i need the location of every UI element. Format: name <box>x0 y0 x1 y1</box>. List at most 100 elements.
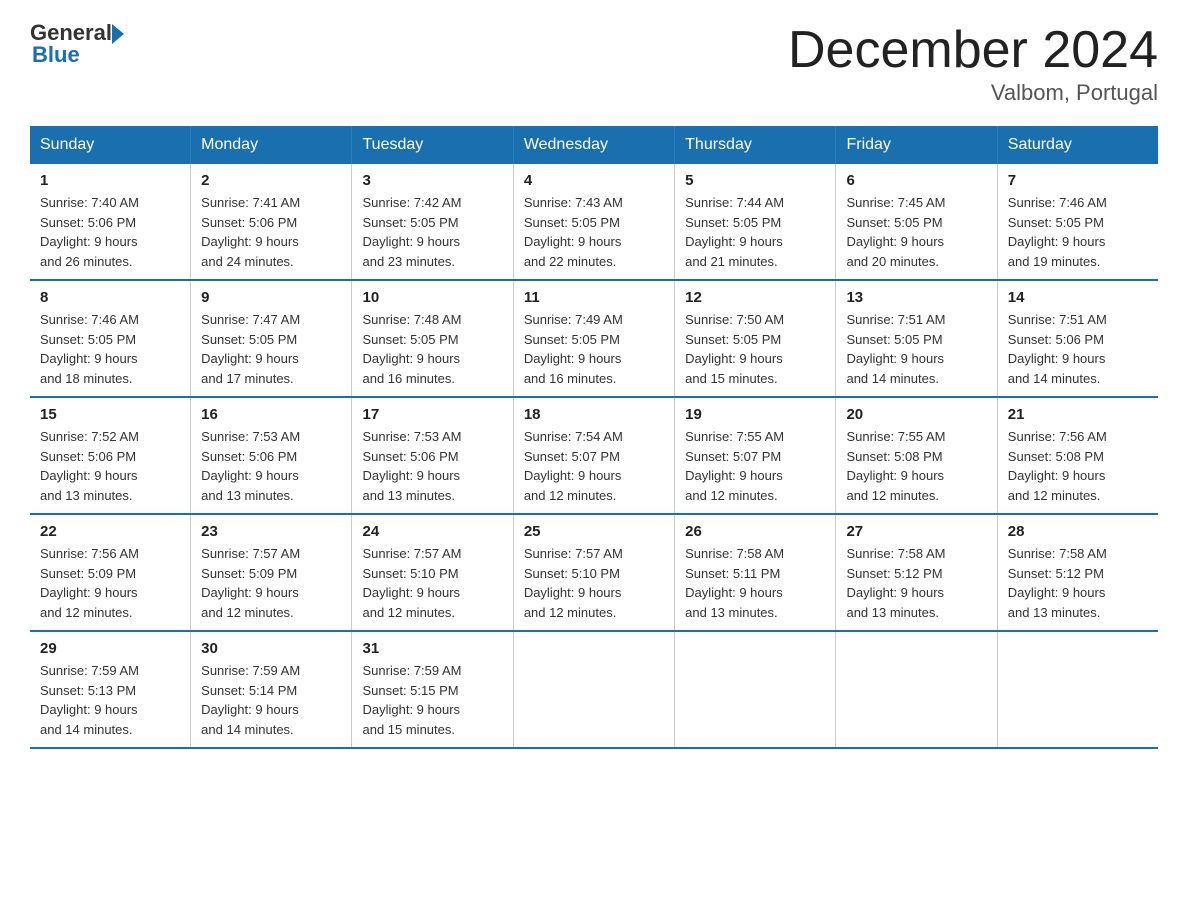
day-info: Sunrise: 7:57 AMSunset: 5:10 PMDaylight:… <box>524 544 664 622</box>
day-number: 3 <box>362 172 502 189</box>
day-number: 10 <box>362 289 502 306</box>
header-monday: Monday <box>191 126 352 164</box>
calendar-cell: 2 Sunrise: 7:41 AMSunset: 5:06 PMDaylight… <box>191 164 352 280</box>
day-number: 23 <box>201 523 341 540</box>
day-info: Sunrise: 7:56 AMSunset: 5:09 PMDaylight:… <box>40 544 180 622</box>
header-saturday: Saturday <box>997 126 1158 164</box>
day-number: 26 <box>685 523 825 540</box>
day-info: Sunrise: 7:58 AMSunset: 5:12 PMDaylight:… <box>1008 544 1148 622</box>
calendar-cell: 13Sunrise: 7:51 AMSunset: 5:05 PMDayligh… <box>836 280 997 397</box>
week-row-1: 1Sunrise: 7:40 AMSunset: 5:06 PMDaylight… <box>30 164 1158 280</box>
calendar-cell: 26 Sunrise: 7:58 AMSunset: 5:11 PMDayligh… <box>675 514 836 631</box>
day-info: Sunrise: 7:59 AMSunset: 5:15 PMDaylight:… <box>362 661 502 739</box>
calendar-cell: 12 Sunrise: 7:50 AMSunset: 5:05 PMDayligh… <box>675 280 836 397</box>
day-info: Sunrise: 7:55 AMSunset: 5:07 PMDaylight:… <box>685 427 825 505</box>
day-info: Sunrise: 7:59 AMSunset: 5:14 PMDaylight:… <box>201 661 341 739</box>
day-info: Sunrise: 7:46 AMSunset: 5:05 PMDaylight:… <box>40 310 180 388</box>
calendar-cell: 15Sunrise: 7:52 AMSunset: 5:06 PMDayligh… <box>30 397 191 514</box>
day-info: Sunrise: 7:56 AMSunset: 5:08 PMDaylight:… <box>1008 427 1148 505</box>
week-row-3: 15Sunrise: 7:52 AMSunset: 5:06 PMDayligh… <box>30 397 1158 514</box>
day-info: Sunrise: 7:57 AMSunset: 5:09 PMDaylight:… <box>201 544 341 622</box>
day-number: 30 <box>201 640 341 657</box>
day-info: Sunrise: 7:55 AMSunset: 5:08 PMDaylight:… <box>846 427 986 505</box>
day-number: 22 <box>40 523 180 540</box>
calendar-cell <box>836 631 997 748</box>
calendar-cell: 14Sunrise: 7:51 AMSunset: 5:06 PMDayligh… <box>997 280 1158 397</box>
day-number: 4 <box>524 172 664 189</box>
day-info: Sunrise: 7:46 AMSunset: 5:05 PMDaylight:… <box>1008 193 1148 271</box>
page-header: General Blue December 2024 Valbom, Portu… <box>30 20 1158 106</box>
day-number: 12 <box>685 289 825 306</box>
calendar-cell: 5 Sunrise: 7:44 AMSunset: 5:05 PMDaylight… <box>675 164 836 280</box>
day-number: 5 <box>685 172 825 189</box>
day-number: 27 <box>846 523 986 540</box>
calendar-cell <box>513 631 674 748</box>
day-number: 6 <box>846 172 986 189</box>
calendar-cell: 21 Sunrise: 7:56 AMSunset: 5:08 PMDayligh… <box>997 397 1158 514</box>
calendar-cell: 24Sunrise: 7:57 AMSunset: 5:10 PMDayligh… <box>352 514 513 631</box>
day-number: 20 <box>846 406 986 423</box>
header-wednesday: Wednesday <box>513 126 674 164</box>
calendar-cell: 18 Sunrise: 7:54 AMSunset: 5:07 PMDayligh… <box>513 397 674 514</box>
calendar-cell: 8 Sunrise: 7:46 AMSunset: 5:05 PMDaylight… <box>30 280 191 397</box>
title-block: December 2024 Valbom, Portugal <box>788 20 1158 106</box>
day-info: Sunrise: 7:58 AMSunset: 5:12 PMDaylight:… <box>846 544 986 622</box>
day-number: 14 <box>1008 289 1148 306</box>
calendar-cell: 23 Sunrise: 7:57 AMSunset: 5:09 PMDayligh… <box>191 514 352 631</box>
day-info: Sunrise: 7:43 AMSunset: 5:05 PMDaylight:… <box>524 193 664 271</box>
day-number: 18 <box>524 406 664 423</box>
day-number: 29 <box>40 640 180 657</box>
calendar-cell: 25 Sunrise: 7:57 AMSunset: 5:10 PMDayligh… <box>513 514 674 631</box>
page-subtitle: Valbom, Portugal <box>788 80 1158 106</box>
calendar-cell: 19 Sunrise: 7:55 AMSunset: 5:07 PMDayligh… <box>675 397 836 514</box>
day-number: 8 <box>40 289 180 306</box>
day-info: Sunrise: 7:40 AMSunset: 5:06 PMDaylight:… <box>40 193 180 271</box>
day-number: 16 <box>201 406 341 423</box>
calendar-cell: 7 Sunrise: 7:46 AMSunset: 5:05 PMDaylight… <box>997 164 1158 280</box>
calendar-cell: 1Sunrise: 7:40 AMSunset: 5:06 PMDaylight… <box>30 164 191 280</box>
calendar-cell: 10 Sunrise: 7:48 AMSunset: 5:05 PMDayligh… <box>352 280 513 397</box>
day-number: 21 <box>1008 406 1148 423</box>
calendar-cell: 16Sunrise: 7:53 AMSunset: 5:06 PMDayligh… <box>191 397 352 514</box>
calendar-cell: 29Sunrise: 7:59 AMSunset: 5:13 PMDayligh… <box>30 631 191 748</box>
day-info: Sunrise: 7:42 AMSunset: 5:05 PMDaylight:… <box>362 193 502 271</box>
calendar-cell: 27 Sunrise: 7:58 AMSunset: 5:12 PMDayligh… <box>836 514 997 631</box>
calendar-cell: 22 Sunrise: 7:56 AMSunset: 5:09 PMDayligh… <box>30 514 191 631</box>
day-number: 24 <box>362 523 502 540</box>
day-number: 25 <box>524 523 664 540</box>
header-sunday: Sunday <box>30 126 191 164</box>
calendar-cell: 17 Sunrise: 7:53 AMSunset: 5:06 PMDayligh… <box>352 397 513 514</box>
day-info: Sunrise: 7:53 AMSunset: 5:06 PMDaylight:… <box>362 427 502 505</box>
day-info: Sunrise: 7:48 AMSunset: 5:05 PMDaylight:… <box>362 310 502 388</box>
day-number: 28 <box>1008 523 1148 540</box>
day-info: Sunrise: 7:54 AMSunset: 5:07 PMDaylight:… <box>524 427 664 505</box>
header-tuesday: Tuesday <box>352 126 513 164</box>
calendar-cell: 31Sunrise: 7:59 AMSunset: 5:15 PMDayligh… <box>352 631 513 748</box>
logo-blue-text: Blue <box>32 42 124 68</box>
calendar-cell: 6Sunrise: 7:45 AMSunset: 5:05 PMDaylight… <box>836 164 997 280</box>
day-info: Sunrise: 7:41 AMSunset: 5:06 PMDaylight:… <box>201 193 341 271</box>
day-number: 2 <box>201 172 341 189</box>
day-info: Sunrise: 7:58 AMSunset: 5:11 PMDaylight:… <box>685 544 825 622</box>
week-row-4: 22 Sunrise: 7:56 AMSunset: 5:09 PMDayligh… <box>30 514 1158 631</box>
day-info: Sunrise: 7:50 AMSunset: 5:05 PMDaylight:… <box>685 310 825 388</box>
calendar-cell: 28 Sunrise: 7:58 AMSunset: 5:12 PMDayligh… <box>997 514 1158 631</box>
day-number: 9 <box>201 289 341 306</box>
calendar-cell: 4 Sunrise: 7:43 AMSunset: 5:05 PMDaylight… <box>513 164 674 280</box>
header-thursday: Thursday <box>675 126 836 164</box>
day-info: Sunrise: 7:47 AMSunset: 5:05 PMDaylight:… <box>201 310 341 388</box>
logo: General Blue <box>30 20 124 68</box>
calendar-cell: 20 Sunrise: 7:55 AMSunset: 5:08 PMDayligh… <box>836 397 997 514</box>
calendar-cell: 9 Sunrise: 7:47 AMSunset: 5:05 PMDaylight… <box>191 280 352 397</box>
day-number: 19 <box>685 406 825 423</box>
calendar-cell: 3 Sunrise: 7:42 AMSunset: 5:05 PMDaylight… <box>352 164 513 280</box>
header-friday: Friday <box>836 126 997 164</box>
day-info: Sunrise: 7:44 AMSunset: 5:05 PMDaylight:… <box>685 193 825 271</box>
day-number: 17 <box>362 406 502 423</box>
calendar-header-row: SundayMondayTuesdayWednesdayThursdayFrid… <box>30 126 1158 164</box>
logo-arrow-icon <box>112 24 124 44</box>
day-info: Sunrise: 7:49 AMSunset: 5:05 PMDaylight:… <box>524 310 664 388</box>
week-row-5: 29Sunrise: 7:59 AMSunset: 5:13 PMDayligh… <box>30 631 1158 748</box>
day-number: 7 <box>1008 172 1148 189</box>
week-row-2: 8 Sunrise: 7:46 AMSunset: 5:05 PMDaylight… <box>30 280 1158 397</box>
